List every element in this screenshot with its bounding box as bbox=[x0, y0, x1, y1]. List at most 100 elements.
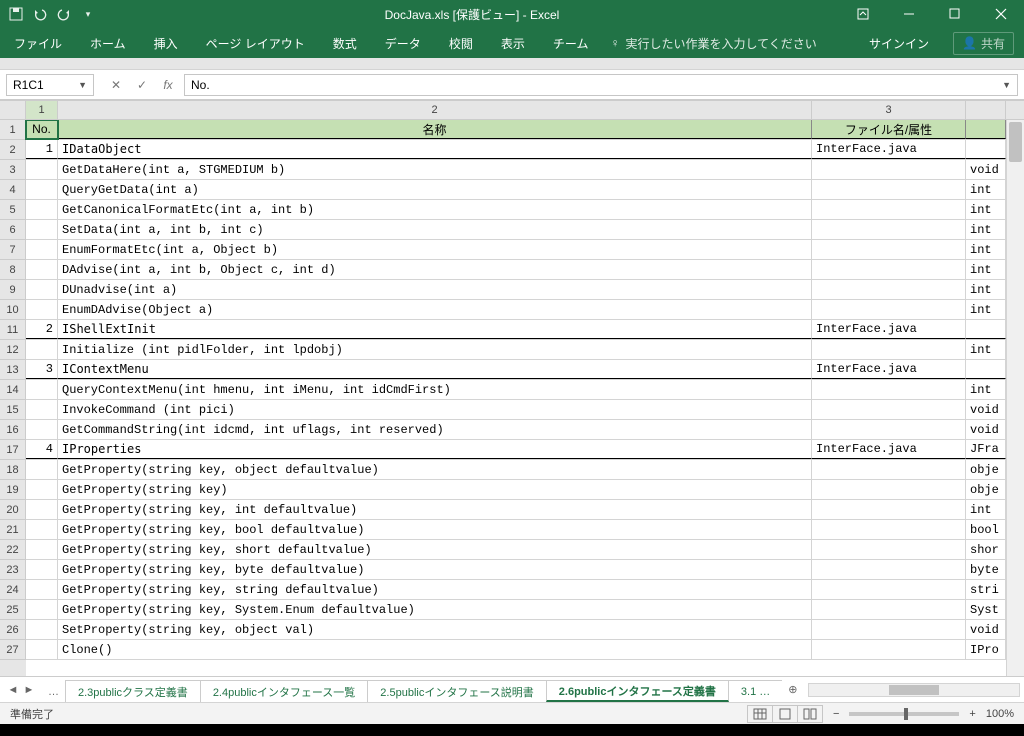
cell[interactable]: 2 bbox=[26, 320, 58, 339]
cell[interactable] bbox=[812, 560, 966, 579]
row-header[interactable]: 23 bbox=[0, 560, 26, 580]
tab-nav-buttons[interactable]: ◄ ► bbox=[0, 684, 42, 696]
normal-view-icon[interactable] bbox=[747, 705, 773, 723]
cell[interactable] bbox=[966, 140, 1006, 159]
cell[interactable] bbox=[812, 220, 966, 239]
cell[interactable]: GetCanonicalFormatEtc(int a, int b) bbox=[58, 200, 812, 219]
sheet-tab[interactable]: … bbox=[42, 682, 65, 702]
cell[interactable]: byte bbox=[966, 560, 1006, 579]
cell[interactable] bbox=[812, 180, 966, 199]
cell[interactable]: GetProperty(string key, short defaultval… bbox=[58, 540, 812, 559]
zoom-level[interactable]: 100% bbox=[986, 708, 1014, 720]
col-header-1[interactable]: 1 bbox=[26, 101, 58, 120]
cell[interactable] bbox=[26, 220, 58, 239]
name-box[interactable]: R1C1 ▼ bbox=[6, 74, 94, 96]
cell[interactable]: IContextMenu bbox=[58, 360, 812, 379]
row-header[interactable]: 25 bbox=[0, 600, 26, 620]
cell[interactable]: stri bbox=[966, 580, 1006, 599]
cell[interactable]: int bbox=[966, 500, 1006, 519]
cell[interactable] bbox=[26, 400, 58, 419]
cell[interactable] bbox=[812, 280, 966, 299]
row-header[interactable]: 12 bbox=[0, 340, 26, 360]
cell[interactable]: Clone() bbox=[58, 640, 812, 659]
cell[interactable] bbox=[812, 380, 966, 399]
row-header[interactable]: 6 bbox=[0, 220, 26, 240]
cell[interactable]: int bbox=[966, 260, 1006, 279]
cell[interactable]: 名称 bbox=[58, 120, 812, 139]
close-icon[interactable] bbox=[978, 0, 1024, 28]
cell[interactable]: No. bbox=[26, 120, 58, 139]
row-header[interactable]: 17 bbox=[0, 440, 26, 460]
tab-nav-next-icon[interactable]: ► bbox=[22, 684, 36, 696]
cell[interactable]: IShellExtInit bbox=[58, 320, 812, 339]
cell[interactable] bbox=[26, 180, 58, 199]
tab-home[interactable]: ホーム bbox=[76, 28, 140, 58]
cell[interactable] bbox=[812, 520, 966, 539]
cell[interactable] bbox=[812, 460, 966, 479]
cell[interactable]: GetProperty(string key, int defaultvalue… bbox=[58, 500, 812, 519]
cell[interactable]: GetCommandString(int idcmd, int uflags, … bbox=[58, 420, 812, 439]
cell[interactable]: bool bbox=[966, 520, 1006, 539]
cell[interactable] bbox=[812, 480, 966, 499]
cell[interactable]: void bbox=[966, 160, 1006, 179]
cell[interactable]: Initialize (int pidlFolder, int lpdobj) bbox=[58, 340, 812, 359]
cell[interactable] bbox=[812, 640, 966, 659]
cell[interactable] bbox=[26, 580, 58, 599]
sheet-tab[interactable]: 2.3publicクラス定義書 bbox=[65, 680, 201, 702]
cell[interactable]: InterFace.java bbox=[812, 140, 966, 159]
cell[interactable]: int bbox=[966, 220, 1006, 239]
cell[interactable] bbox=[966, 360, 1006, 379]
cell[interactable]: IDataObject bbox=[58, 140, 812, 159]
row-header[interactable]: 11 bbox=[0, 320, 26, 340]
undo-icon[interactable] bbox=[32, 6, 48, 22]
tab-file[interactable]: ファイル bbox=[0, 28, 76, 58]
row-header[interactable]: 5 bbox=[0, 200, 26, 220]
sheet-tab[interactable]: 3.1 … bbox=[728, 680, 782, 702]
sheet-tab[interactable]: 2.6publicインタフェース定義書 bbox=[546, 680, 729, 702]
row-header[interactable]: 1 bbox=[0, 120, 26, 140]
cell[interactable] bbox=[812, 340, 966, 359]
tab-data[interactable]: データ bbox=[371, 28, 435, 58]
cell[interactable]: obje bbox=[966, 480, 1006, 499]
row-header[interactable]: 14 bbox=[0, 380, 26, 400]
cell[interactable]: Syst bbox=[966, 600, 1006, 619]
qat-customize-icon[interactable]: ▾ bbox=[80, 6, 96, 22]
cell[interactable] bbox=[812, 540, 966, 559]
row-header[interactable]: 10 bbox=[0, 300, 26, 320]
row-header[interactable]: 2 bbox=[0, 140, 26, 160]
row-header[interactable]: 13 bbox=[0, 360, 26, 380]
vertical-scrollbar[interactable] bbox=[1006, 120, 1024, 676]
cell[interactable] bbox=[26, 260, 58, 279]
cell[interactable] bbox=[26, 540, 58, 559]
cell[interactable] bbox=[26, 380, 58, 399]
cell[interactable] bbox=[812, 240, 966, 259]
cell[interactable]: ファイル名/属性 bbox=[812, 120, 966, 139]
cell[interactable]: void bbox=[966, 420, 1006, 439]
cell[interactable] bbox=[26, 620, 58, 639]
row-header[interactable]: 20 bbox=[0, 500, 26, 520]
cell[interactable] bbox=[26, 640, 58, 659]
cell[interactable]: 1 bbox=[26, 140, 58, 159]
cell[interactable]: void bbox=[966, 400, 1006, 419]
pagelayout-view-icon[interactable] bbox=[772, 705, 798, 723]
cell[interactable] bbox=[26, 560, 58, 579]
row-header[interactable]: 7 bbox=[0, 240, 26, 260]
cell[interactable] bbox=[812, 600, 966, 619]
zoom-thumb[interactable] bbox=[904, 708, 908, 720]
cell[interactable] bbox=[812, 200, 966, 219]
signin-link[interactable]: サインイン bbox=[855, 35, 943, 52]
cell[interactable] bbox=[26, 420, 58, 439]
cell[interactable]: GetProperty(string key) bbox=[58, 480, 812, 499]
tab-team[interactable]: チーム bbox=[539, 28, 603, 58]
cell[interactable] bbox=[26, 160, 58, 179]
tab-formulas[interactable]: 数式 bbox=[319, 28, 371, 58]
col-header-2[interactable]: 2 bbox=[58, 101, 812, 120]
tab-nav-prev-icon[interactable]: ◄ bbox=[6, 684, 20, 696]
tab-view[interactable]: 表示 bbox=[487, 28, 539, 58]
cell[interactable]: DAdvise(int a, int b, Object c, int d) bbox=[58, 260, 812, 279]
tab-insert[interactable]: 挿入 bbox=[140, 28, 192, 58]
maximize-icon[interactable] bbox=[932, 0, 978, 28]
cell[interactable]: 4 bbox=[26, 440, 58, 459]
row-header[interactable]: 8 bbox=[0, 260, 26, 280]
chevron-down-icon[interactable]: ▼ bbox=[78, 80, 87, 90]
